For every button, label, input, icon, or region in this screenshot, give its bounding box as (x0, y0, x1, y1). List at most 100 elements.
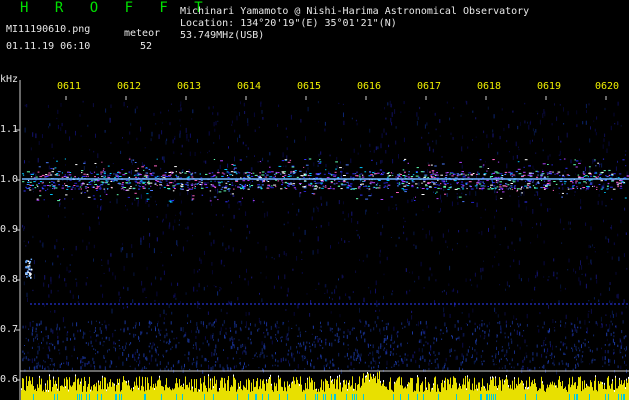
noise-floor-bar (37, 384, 38, 400)
noise-speck (299, 334, 301, 338)
y-axis-unit: kHz (0, 74, 19, 85)
meteor-echo (226, 175, 228, 177)
noise-floor-bar (143, 386, 144, 400)
noise-speck (37, 346, 39, 348)
meteor-echo (41, 174, 45, 176)
meteor-echo (146, 182, 150, 184)
noise-speck (123, 328, 125, 333)
noise-speck (479, 324, 481, 327)
noise-floor-dip (335, 394, 336, 400)
noise-speck (171, 330, 173, 333)
noise-floor-peak (57, 388, 58, 391)
meteor-echo (134, 174, 137, 176)
noise-floor-bar (604, 384, 605, 400)
meteor-echo (160, 176, 163, 177)
noise-speck (450, 348, 452, 352)
noise-speck (245, 311, 247, 317)
noise-speck (385, 337, 387, 341)
noise-speck (604, 133, 606, 137)
meteor-echo (227, 181, 230, 183)
meteor-echo (99, 186, 102, 188)
noise-speck (225, 247, 227, 251)
noise-speck (416, 324, 418, 326)
noise-speck (579, 266, 580, 271)
noise-speck (258, 328, 260, 330)
meteor-echo (257, 184, 261, 186)
noise-floor-bar (610, 388, 611, 400)
noise-speck (49, 364, 51, 366)
meteor-echo (191, 185, 193, 186)
noise-speck (93, 348, 95, 350)
noise-speck (113, 346, 115, 349)
noise-speck (243, 350, 245, 353)
noise-floor-bar (222, 377, 223, 400)
noise-speck (404, 325, 406, 328)
noise-speck (263, 354, 265, 359)
noise-speck (301, 272, 303, 274)
noise-speck (379, 332, 381, 335)
noise-speck (244, 362, 245, 366)
noise-speck (527, 367, 529, 371)
noise-speck (560, 290, 562, 292)
noise-speck (465, 100, 467, 103)
noise-speck (416, 120, 418, 126)
meteor-echo (228, 171, 230, 173)
noise-speck (195, 330, 197, 334)
noise-speck (191, 330, 192, 333)
meteor-echo (484, 185, 486, 187)
noise-floor-bar (56, 385, 57, 400)
meteor-echo (262, 181, 264, 182)
noise-speck (592, 358, 594, 361)
noise-floor-peak (466, 388, 467, 391)
meteor-echo (320, 182, 324, 184)
meteor-echo (598, 163, 601, 165)
meteor-echo (317, 160, 320, 162)
meteor-echo (421, 194, 425, 195)
noise-floor-bar (379, 371, 380, 400)
noise-speck (455, 356, 457, 361)
noise-floor-bar (64, 378, 65, 400)
noise-speck (504, 365, 506, 369)
meteor-echo (530, 174, 532, 176)
noise-floor-dip (255, 394, 256, 400)
meteor-echo (290, 172, 292, 174)
noise-speck (588, 103, 590, 106)
noise-speck (32, 320, 34, 323)
noise-floor-bar (152, 387, 153, 400)
noise-speck (492, 265, 494, 268)
meteor-echo (572, 185, 575, 187)
noise-speck (258, 319, 260, 324)
noise-speck (78, 295, 79, 299)
noise-speck (356, 349, 358, 354)
noise-speck (483, 260, 484, 262)
noise-floor-bar (498, 385, 499, 400)
meteor-echo (392, 174, 394, 176)
meteor-echo (213, 159, 216, 160)
noise-speck (570, 159, 572, 164)
meteor-echo (315, 185, 318, 187)
noise-speck (363, 297, 365, 303)
noise-speck (362, 332, 364, 336)
noise-speck (343, 331, 345, 334)
noise-floor-peak (432, 387, 433, 390)
noise-floor-bar (243, 385, 244, 400)
noise-floor-bar (34, 389, 35, 400)
noise-speck (312, 343, 314, 346)
meteor-echo (537, 181, 539, 183)
noise-speck (537, 234, 539, 238)
noise-speck (348, 241, 350, 243)
noise-speck (430, 344, 432, 348)
noise-floor-peak (331, 380, 332, 383)
noise-floor-bar (526, 380, 527, 400)
noise-speck (219, 134, 220, 140)
noise-speck (332, 362, 334, 367)
noise-speck (225, 331, 227, 335)
meteor-echo (191, 176, 194, 178)
meteor-echo (53, 188, 55, 190)
noise-speck (494, 256, 496, 258)
meteor-echo (265, 172, 267, 174)
noise-speck (564, 287, 566, 290)
noise-speck (517, 146, 519, 149)
noise-speck (178, 110, 180, 113)
noise-speck (193, 344, 194, 346)
